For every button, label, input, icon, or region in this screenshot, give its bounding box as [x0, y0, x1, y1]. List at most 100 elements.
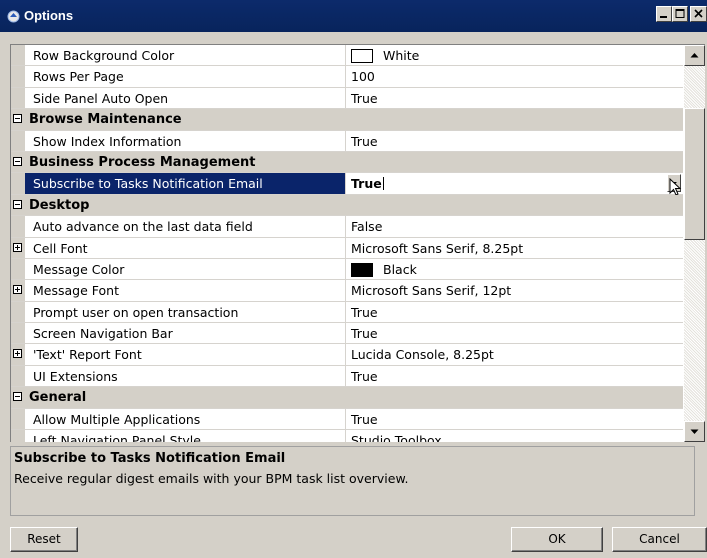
property-name: 'Text' Report Font — [33, 347, 142, 363]
property-value[interactable]: True — [351, 326, 378, 341]
property-value-text: True — [351, 326, 378, 342]
column-separator — [345, 45, 346, 66]
scroll-up-button[interactable] — [684, 45, 705, 66]
property-value[interactable]: True — [351, 176, 384, 191]
column-separator — [345, 258, 346, 280]
property-value[interactable]: 100 — [351, 69, 375, 84]
property-name: Prompt user on open transaction — [33, 304, 239, 320]
column-separator — [345, 130, 346, 151]
property-name: Message Color — [33, 261, 125, 277]
property-value[interactable]: True — [351, 412, 378, 427]
property-name: Subscribe to Tasks Notification Email — [33, 176, 263, 192]
row-gutter — [11, 301, 25, 323]
row-gutter — [11, 323, 25, 344]
column-separator — [345, 301, 346, 323]
collapse-icon[interactable] — [13, 114, 22, 124]
property-row[interactable]: Prompt user on open transaction True — [11, 301, 683, 324]
property-row[interactable]: UI Extensions True — [11, 365, 683, 388]
property-value[interactable]: Lucida Console, 8.25pt — [351, 347, 494, 362]
property-row[interactable]: 'Text' Report Font Lucida Console, 8.25pt — [11, 344, 683, 366]
reset-button[interactable]: Reset — [10, 527, 78, 552]
expand-icon[interactable] — [13, 242, 22, 252]
category-row[interactable]: Desktop — [11, 194, 683, 217]
category-row[interactable]: General — [11, 387, 683, 409]
row-gutter — [11, 130, 25, 151]
column-separator — [345, 408, 346, 430]
property-row[interactable]: Left Navigation Panel Style Studio Toolbo… — [11, 430, 683, 442]
property-row[interactable]: Allow Multiple Applications True — [11, 408, 683, 431]
collapse-icon[interactable] — [13, 156, 22, 166]
row-gutter — [11, 258, 25, 280]
help-panel: Subscribe to Tasks Notification Email Re… — [10, 446, 695, 516]
close-button[interactable] — [690, 6, 707, 22]
property-value[interactable]: White — [351, 48, 419, 63]
minimize-button[interactable] — [656, 6, 672, 22]
help-description: Receive regular digest emails with your … — [14, 471, 409, 486]
row-gutter — [11, 365, 25, 387]
property-row[interactable]: Side Panel Auto Open True — [11, 87, 683, 110]
property-value-text: Microsoft Sans Serif, 8.25pt — [351, 240, 524, 256]
property-value-text: Microsoft Sans Serif, 12pt — [351, 283, 512, 299]
property-value[interactable]: Black — [351, 262, 417, 277]
property-name: Rows Per Page — [33, 69, 124, 85]
property-row[interactable]: Cell Font Microsoft Sans Serif, 8.25pt — [11, 237, 683, 259]
scroll-thumb[interactable] — [684, 108, 705, 240]
property-value[interactable]: True — [351, 369, 378, 384]
property-value-text: White — [383, 48, 420, 63]
property-value-text: True — [351, 368, 378, 384]
property-row[interactable]: Row Background Color White — [11, 45, 683, 67]
property-value[interactable]: Microsoft Sans Serif, 12pt — [351, 283, 511, 298]
property-name: Cell Font — [33, 240, 88, 256]
color-swatch — [351, 49, 373, 63]
property-row[interactable]: Auto advance on the last data field False — [11, 216, 683, 238]
vertical-scrollbar[interactable] — [684, 45, 705, 442]
property-value-text: True — [351, 176, 382, 192]
ok-button[interactable]: OK — [511, 527, 603, 552]
property-value-text: 100 — [351, 69, 375, 85]
property-value-text: False — [351, 219, 383, 235]
property-name: Allow Multiple Applications — [33, 411, 201, 427]
column-separator — [345, 173, 346, 194]
maximize-button[interactable] — [672, 6, 688, 22]
property-name: Show Index Information — [33, 133, 182, 149]
cancel-button[interactable]: Cancel — [612, 527, 707, 552]
row-gutter — [11, 87, 25, 109]
minimize-icon — [660, 16, 667, 18]
row-gutter — [11, 216, 25, 237]
property-value-text: True — [351, 304, 378, 320]
property-row[interactable]: Message Color Black — [11, 258, 683, 281]
property-name: Side Panel Auto Open — [33, 90, 169, 106]
property-name: UI Extensions — [33, 368, 118, 384]
category-label: Browse Maintenance — [29, 112, 182, 128]
column-separator — [345, 323, 346, 344]
property-value-text: True — [351, 90, 378, 106]
property-value[interactable]: True — [351, 305, 378, 320]
expand-icon[interactable] — [13, 349, 22, 359]
expand-icon[interactable] — [13, 285, 22, 295]
property-row[interactable]: Rows Per Page 100 — [11, 66, 683, 88]
property-name: Row Background Color — [33, 48, 175, 63]
property-value[interactable]: False — [351, 219, 382, 234]
property-value[interactable]: True — [351, 91, 378, 106]
scroll-down-button[interactable] — [684, 421, 705, 442]
property-row[interactable]: Subscribe to Tasks Notification Email Tru… — [11, 173, 683, 197]
property-row[interactable]: Message Font Microsoft Sans Serif, 12pt — [11, 280, 683, 302]
collapse-icon[interactable] — [13, 199, 22, 209]
window-title: Options — [24, 8, 74, 23]
category-row[interactable]: Browse Maintenance — [11, 109, 683, 131]
property-value-text: Studio Toolbox — [351, 433, 442, 442]
property-value[interactable]: Studio Toolbox — [351, 433, 442, 442]
property-row[interactable]: Screen Navigation Bar True — [11, 323, 683, 345]
close-icon — [694, 9, 703, 18]
category-row[interactable]: Business Process Management — [11, 151, 683, 174]
property-value-text: Lucida Console, 8.25pt — [351, 347, 494, 363]
property-value[interactable]: True — [351, 134, 378, 149]
property-value-text: True — [351, 411, 378, 427]
property-value-text: Black — [383, 261, 417, 277]
property-value[interactable]: Microsoft Sans Serif, 8.25pt — [351, 241, 523, 256]
property-row[interactable]: Show Index Information True — [11, 130, 683, 152]
maximize-icon — [675, 9, 685, 18]
collapse-icon[interactable] — [13, 392, 22, 402]
property-name: Screen Navigation Bar — [33, 326, 173, 342]
column-separator — [345, 430, 346, 442]
